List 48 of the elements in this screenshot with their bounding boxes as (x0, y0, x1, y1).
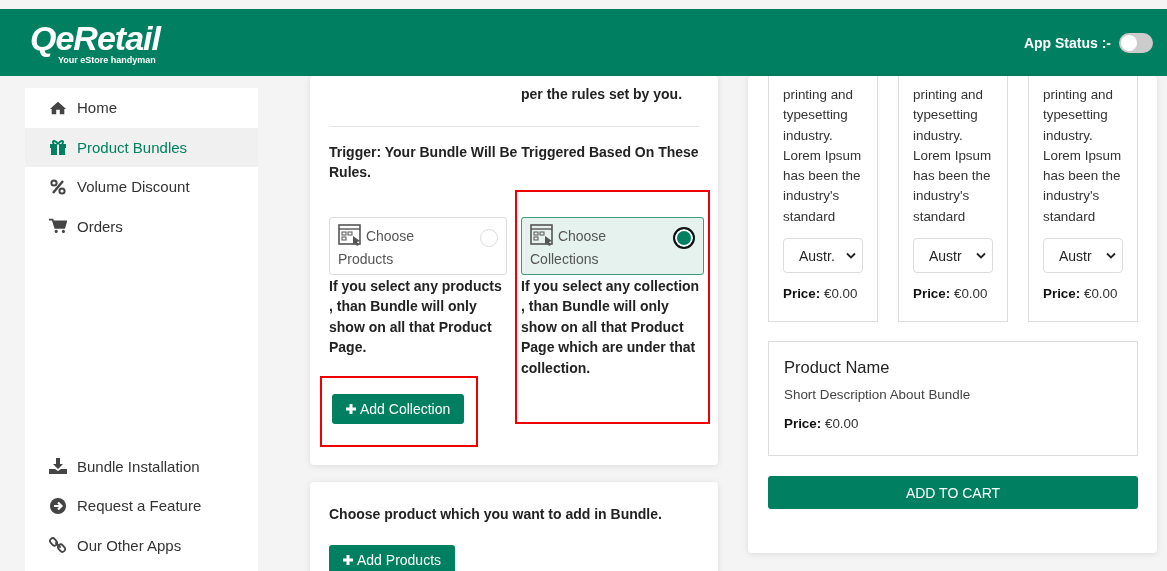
plus-icon (343, 555, 353, 565)
chevron-down-icon (1106, 252, 1116, 260)
products-heading: Choose product which you want to add in Bundle. (329, 504, 662, 524)
rules-text: per the rules set by you. (521, 85, 684, 104)
variant-select[interactable]: Austr (1043, 238, 1123, 274)
sidebar-item[interactable]: Product Bundles (25, 127, 258, 167)
download-icon (49, 458, 67, 475)
variant-select[interactable]: Austr. (783, 238, 863, 274)
cart-icon (49, 218, 67, 235)
option-description: If you select any products , than Bundle will only show on all that Product Page. (329, 276, 503, 357)
logo-text[interactable]: QeRetail (30, 20, 160, 55)
product-price: Price: €0.00 (783, 286, 859, 302)
option-card[interactable]: Choose Products (329, 216, 507, 275)
radio-button[interactable] (673, 226, 695, 249)
link-icon (49, 537, 67, 554)
product-description: printing and typesetting industry. Lorem Ipsum has been the industry's standard (1043, 86, 1123, 226)
product-price: Price: €0.00 (1043, 286, 1119, 302)
option-card[interactable]: Choose Collections (521, 216, 704, 275)
sidebar-item[interactable]: Orders (25, 206, 258, 246)
arrow-circle-icon (49, 497, 67, 514)
sidebar-item[interactable]: Volume Discount (25, 167, 258, 207)
add-collection-button[interactable]: Add Collection (332, 393, 465, 424)
plus-icon (346, 403, 356, 414)
sidebar-item[interactable]: Home (25, 88, 258, 128)
product-name: Product Name (784, 358, 891, 378)
grid-cursor-icon (530, 223, 554, 246)
gift-icon (49, 139, 67, 156)
product-description: printing and typesetting industry. Lorem Ipsum has been the industry's standard (783, 86, 863, 226)
logo-tagline: Your eStore handyman (58, 54, 156, 65)
bundle-price: Price: €0.00 (784, 416, 860, 432)
option-description: If you select any collection , than Bundle will only show on all that Product Page which are under that collection. (521, 276, 701, 378)
product-price: Price: €0.00 (913, 286, 989, 302)
sidebar-item[interactable]: Our Other Apps (25, 525, 258, 565)
chevron-down-icon (976, 252, 986, 260)
trigger-heading: Trigger: Your Bundle Will Be Triggered Based On These Rules. (329, 142, 699, 182)
home-icon (49, 99, 67, 116)
sidebar-item[interactable]: Bundle Installation (25, 446, 258, 486)
percent-icon (49, 178, 67, 195)
app-status-label: App Status :- (1023, 34, 1111, 51)
product-description: printing and typesetting industry. Lorem Ipsum has been the industry's standard (913, 86, 993, 226)
variant-select[interactable]: Austr (913, 238, 993, 274)
grid-cursor-icon (338, 223, 362, 246)
add-to-cart-button[interactable]: ADD TO CART (768, 476, 1138, 510)
bundle-description: Short Description About Bundle (784, 387, 972, 403)
chevron-down-icon (846, 252, 856, 260)
sidebar-item[interactable]: Request a Feature (25, 486, 258, 526)
app-status-toggle[interactable] (1119, 32, 1153, 53)
add-products-button[interactable]: Add Products (329, 545, 456, 571)
